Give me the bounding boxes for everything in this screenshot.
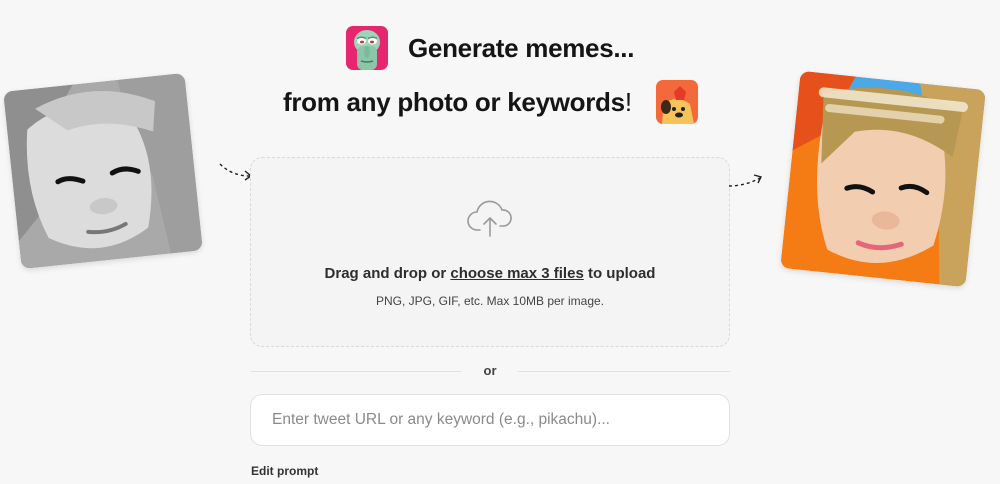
sample-photo-grayscale [3,72,203,270]
headline-row-2: from any photo or keywords ! [283,80,699,124]
headline-row-1: Generate memes... [346,26,634,70]
dashed-arrow-right-icon [728,174,763,187]
cloud-upload-icon [467,200,512,237]
dog-sticker-icon [656,80,699,124]
choose-files-link[interactable]: choose max 3 files [450,265,583,282]
or-divider: or [250,362,730,380]
squidward-sticker-icon [346,26,388,70]
headline-exclamation: ! [624,86,633,117]
meme-generator-page: Generate memes... from any photo or keyw… [0,0,1000,484]
drop-instructions: Drag and drop or choose max 3 files to u… [251,265,729,282]
file-drop-zone[interactable]: Drag and drop or choose max 3 files to u… [250,157,730,347]
headline-line-2: from any photo or keywords [283,86,625,117]
divider-line-right [518,371,730,372]
edit-prompt-button[interactable]: Edit prompt [251,464,318,478]
drop-text-prefix: Drag and drop or [324,265,451,282]
headline-line-1: Generate memes... [408,32,635,63]
file-type-hint: PNG, JPG, GIF, etc. Max 10MB per image. [375,294,605,308]
drop-text-suffix: to upload [583,265,656,282]
keyword-url-input[interactable] [250,394,730,446]
sample-photo-meme [780,70,986,288]
